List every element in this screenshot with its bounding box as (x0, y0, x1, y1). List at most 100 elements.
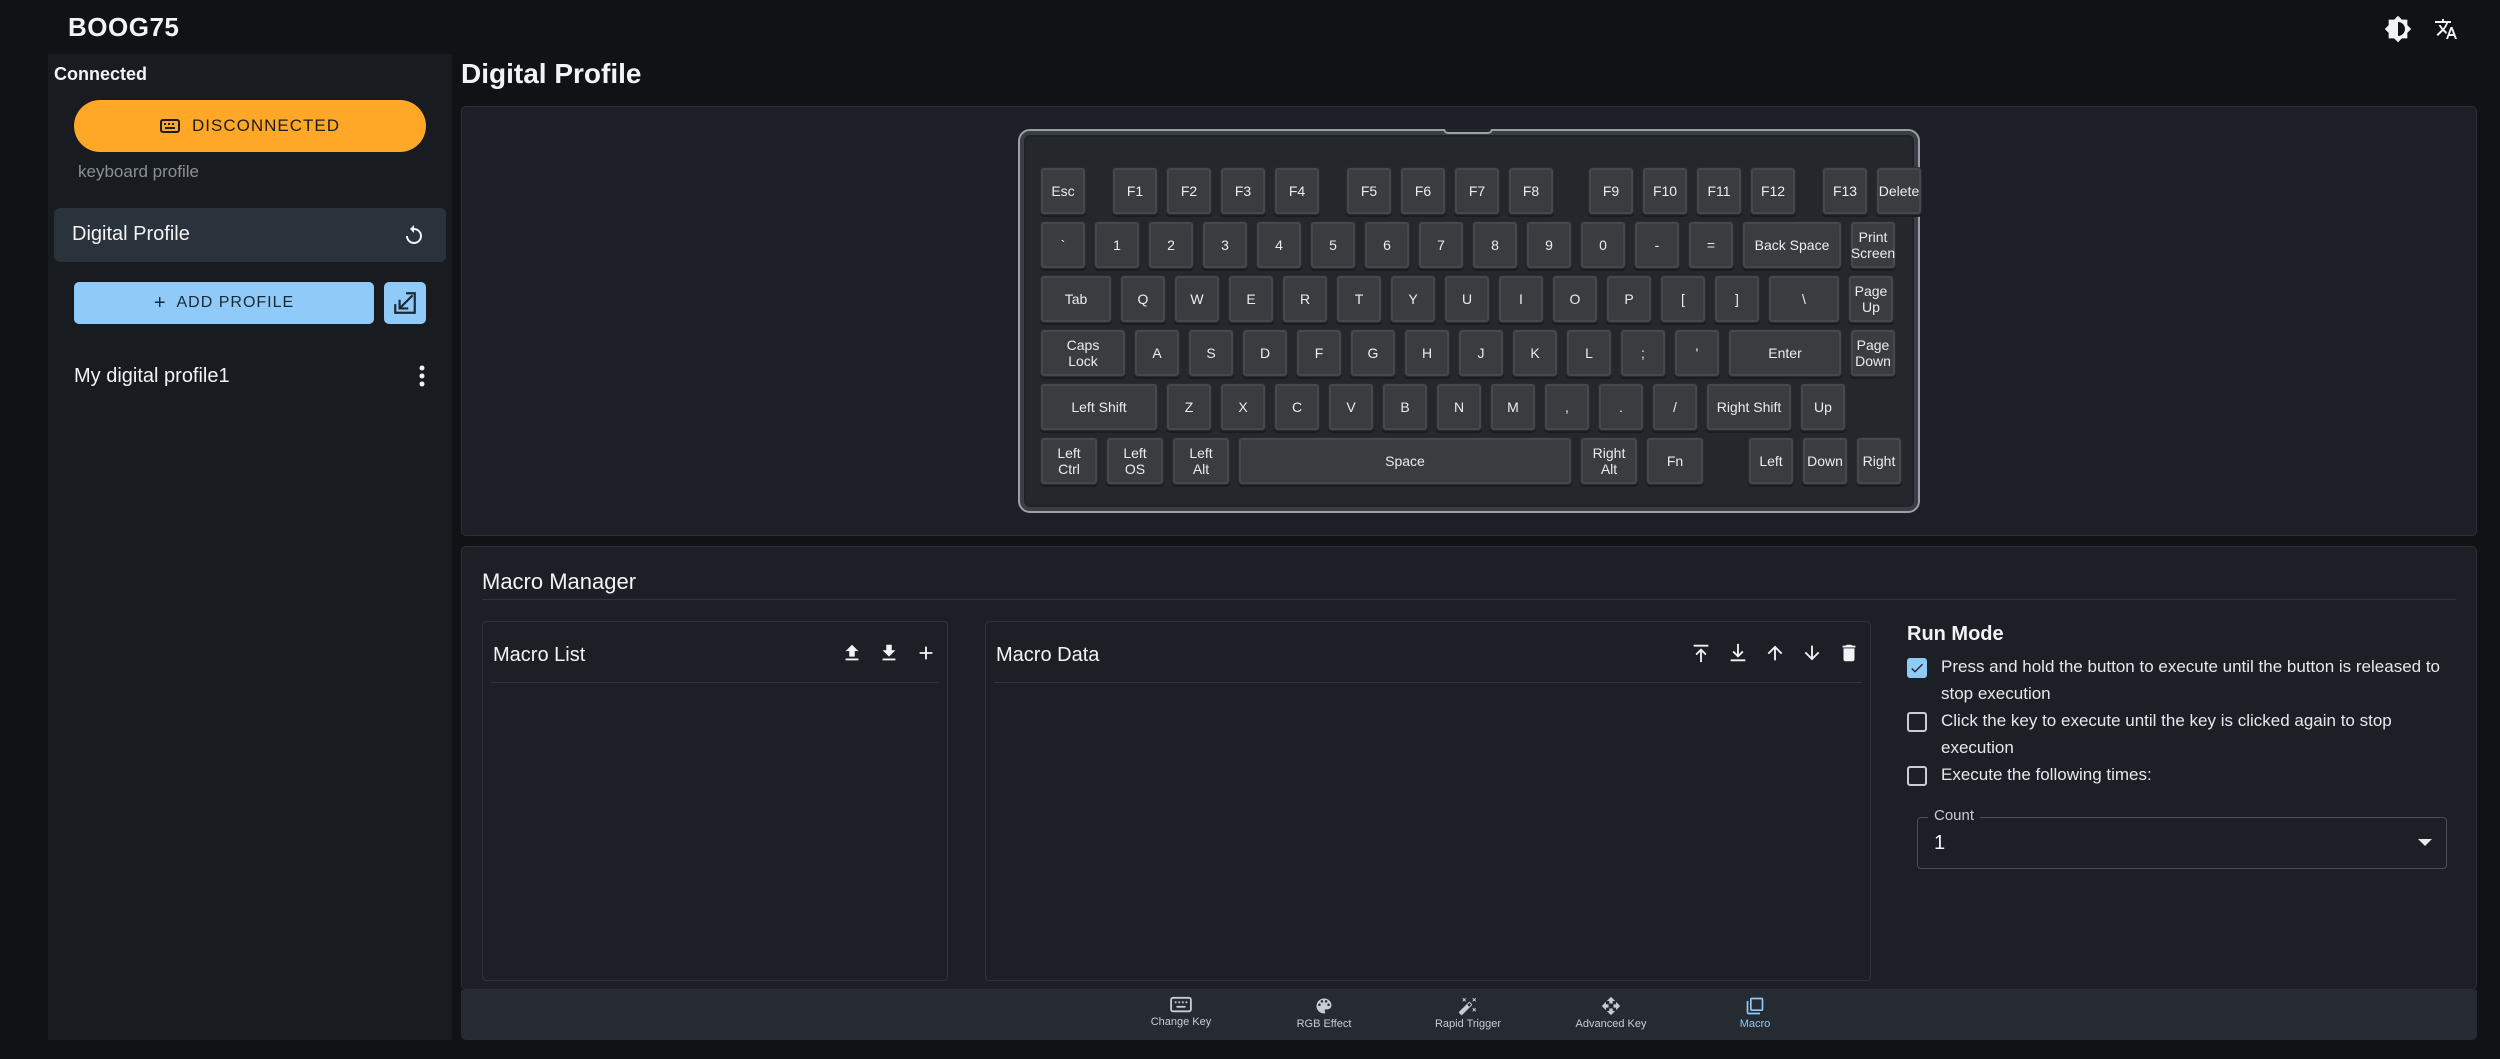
checkbox[interactable] (1907, 766, 1927, 786)
nav-rgb-effect[interactable]: RGB Effect (1274, 996, 1374, 1036)
key-q[interactable]: Q (1120, 275, 1166, 323)
checkbox[interactable] (1907, 712, 1927, 732)
key-fn[interactable]: Fn (1646, 437, 1704, 485)
more-vert-icon[interactable] (410, 362, 434, 390)
key-2[interactable]: 2 (1148, 221, 1194, 269)
key-caps-lock[interactable]: Caps Lock (1040, 329, 1126, 377)
key-3[interactable]: 3 (1202, 221, 1248, 269)
nav-advanced-key[interactable]: Advanced Key (1561, 996, 1661, 1036)
add-icon[interactable] (913, 640, 939, 666)
key-f5[interactable]: F5 (1346, 167, 1392, 215)
key-symbol[interactable]: - (1634, 221, 1680, 269)
run-mode-option-hold[interactable]: Press and hold the button to execute unt… (1907, 653, 2467, 707)
key-t[interactable]: T (1336, 275, 1382, 323)
key-j[interactable]: J (1458, 329, 1504, 377)
key-f7[interactable]: F7 (1454, 167, 1500, 215)
key-7[interactable]: 7 (1418, 221, 1464, 269)
key-f10[interactable]: F10 (1642, 167, 1688, 215)
key-symbol[interactable]: [ (1660, 275, 1706, 323)
key-symbol[interactable]: ] (1714, 275, 1760, 323)
key-g[interactable]: G (1350, 329, 1396, 377)
key-4[interactable]: 4 (1256, 221, 1302, 269)
key-f8[interactable]: F8 (1508, 167, 1554, 215)
disconnect-button[interactable]: DISCONNECTED (74, 100, 426, 152)
arrow-up-icon[interactable] (1762, 640, 1788, 666)
run-mode-option-times[interactable]: Execute the following times: (1907, 761, 2467, 788)
key-right[interactable]: Right (1856, 437, 1902, 485)
key-f9[interactable]: F9 (1588, 167, 1634, 215)
nav-change-key[interactable]: Change Key (1131, 996, 1231, 1036)
key-symbol[interactable]: ; (1620, 329, 1666, 377)
key-symbol[interactable]: ` (1040, 221, 1086, 269)
key-left-alt[interactable]: Left Alt (1172, 437, 1230, 485)
key-f4[interactable]: F4 (1274, 167, 1320, 215)
key-symbol[interactable]: / (1652, 383, 1698, 431)
key-9[interactable]: 9 (1526, 221, 1572, 269)
key-z[interactable]: Z (1166, 383, 1212, 431)
key-right-alt[interactable]: Right Alt (1580, 437, 1638, 485)
key-k[interactable]: K (1512, 329, 1558, 377)
move-to-top-icon[interactable] (1688, 640, 1714, 666)
import-profile-button[interactable] (384, 282, 426, 324)
key-symbol[interactable]: , (1544, 383, 1590, 431)
key-f2[interactable]: F2 (1166, 167, 1212, 215)
key-n[interactable]: N (1436, 383, 1482, 431)
reset-icon[interactable] (402, 223, 426, 247)
key-enter[interactable]: Enter (1728, 329, 1842, 377)
key-up[interactable]: Up (1800, 383, 1846, 431)
key-back-space[interactable]: Back Space (1742, 221, 1842, 269)
key-l[interactable]: L (1566, 329, 1612, 377)
key-f1[interactable]: F1 (1112, 167, 1158, 215)
key-symbol[interactable]: \ (1768, 275, 1840, 323)
key-f11[interactable]: F11 (1696, 167, 1742, 215)
key-i[interactable]: I (1498, 275, 1544, 323)
key-8[interactable]: 8 (1472, 221, 1518, 269)
key-d[interactable]: D (1242, 329, 1288, 377)
key-page-up[interactable]: Page Up (1848, 275, 1894, 323)
key-m[interactable]: M (1490, 383, 1536, 431)
count-select[interactable]: Count 1 (1917, 807, 2447, 869)
key-x[interactable]: X (1220, 383, 1266, 431)
run-mode-option-toggle[interactable]: Click the key to execute until the key i… (1907, 707, 2467, 761)
key-f3[interactable]: F3 (1220, 167, 1266, 215)
nav-rapid-trigger[interactable]: Rapid Trigger (1418, 996, 1518, 1036)
checkbox-checked[interactable] (1907, 658, 1927, 678)
key-u[interactable]: U (1444, 275, 1490, 323)
key-w[interactable]: W (1174, 275, 1220, 323)
key-p[interactable]: P (1606, 275, 1652, 323)
key-0[interactable]: 0 (1580, 221, 1626, 269)
nav-macro[interactable]: Macro (1705, 996, 1805, 1036)
key-left-ctrl[interactable]: Left Ctrl (1040, 437, 1098, 485)
profile-item[interactable]: My digital profile1 (74, 360, 434, 392)
key-left-shift[interactable]: Left Shift (1040, 383, 1158, 431)
key-o[interactable]: O (1552, 275, 1598, 323)
key-f6[interactable]: F6 (1400, 167, 1446, 215)
key-y[interactable]: Y (1390, 275, 1436, 323)
key-5[interactable]: 5 (1310, 221, 1356, 269)
key-c[interactable]: C (1274, 383, 1320, 431)
translate-icon[interactable] (2431, 14, 2461, 44)
key-print-screen[interactable]: Print Screen (1850, 221, 1896, 269)
key-6[interactable]: 6 (1364, 221, 1410, 269)
key-f13[interactable]: F13 (1822, 167, 1868, 215)
key-right-shift[interactable]: Right Shift (1706, 383, 1792, 431)
key-v[interactable]: V (1328, 383, 1374, 431)
key-delete[interactable]: Delete (1876, 167, 1922, 215)
move-to-bottom-icon[interactable] (1725, 640, 1751, 666)
key-r[interactable]: R (1282, 275, 1328, 323)
key-space[interactable]: Space (1238, 437, 1572, 485)
theme-toggle-icon[interactable] (2383, 14, 2413, 44)
arrow-down-icon[interactable] (1799, 640, 1825, 666)
key-symbol[interactable]: = (1688, 221, 1734, 269)
key-esc[interactable]: Esc (1040, 167, 1086, 215)
key-e[interactable]: E (1228, 275, 1274, 323)
key-symbol[interactable]: . (1598, 383, 1644, 431)
key-h[interactable]: H (1404, 329, 1450, 377)
key-left-os[interactable]: Left OS (1106, 437, 1164, 485)
key-1[interactable]: 1 (1094, 221, 1140, 269)
download-icon[interactable] (876, 640, 902, 666)
delete-icon[interactable] (1836, 640, 1862, 666)
key-f[interactable]: F (1296, 329, 1342, 377)
selected-profile[interactable]: Digital Profile (54, 208, 446, 262)
key-s[interactable]: S (1188, 329, 1234, 377)
